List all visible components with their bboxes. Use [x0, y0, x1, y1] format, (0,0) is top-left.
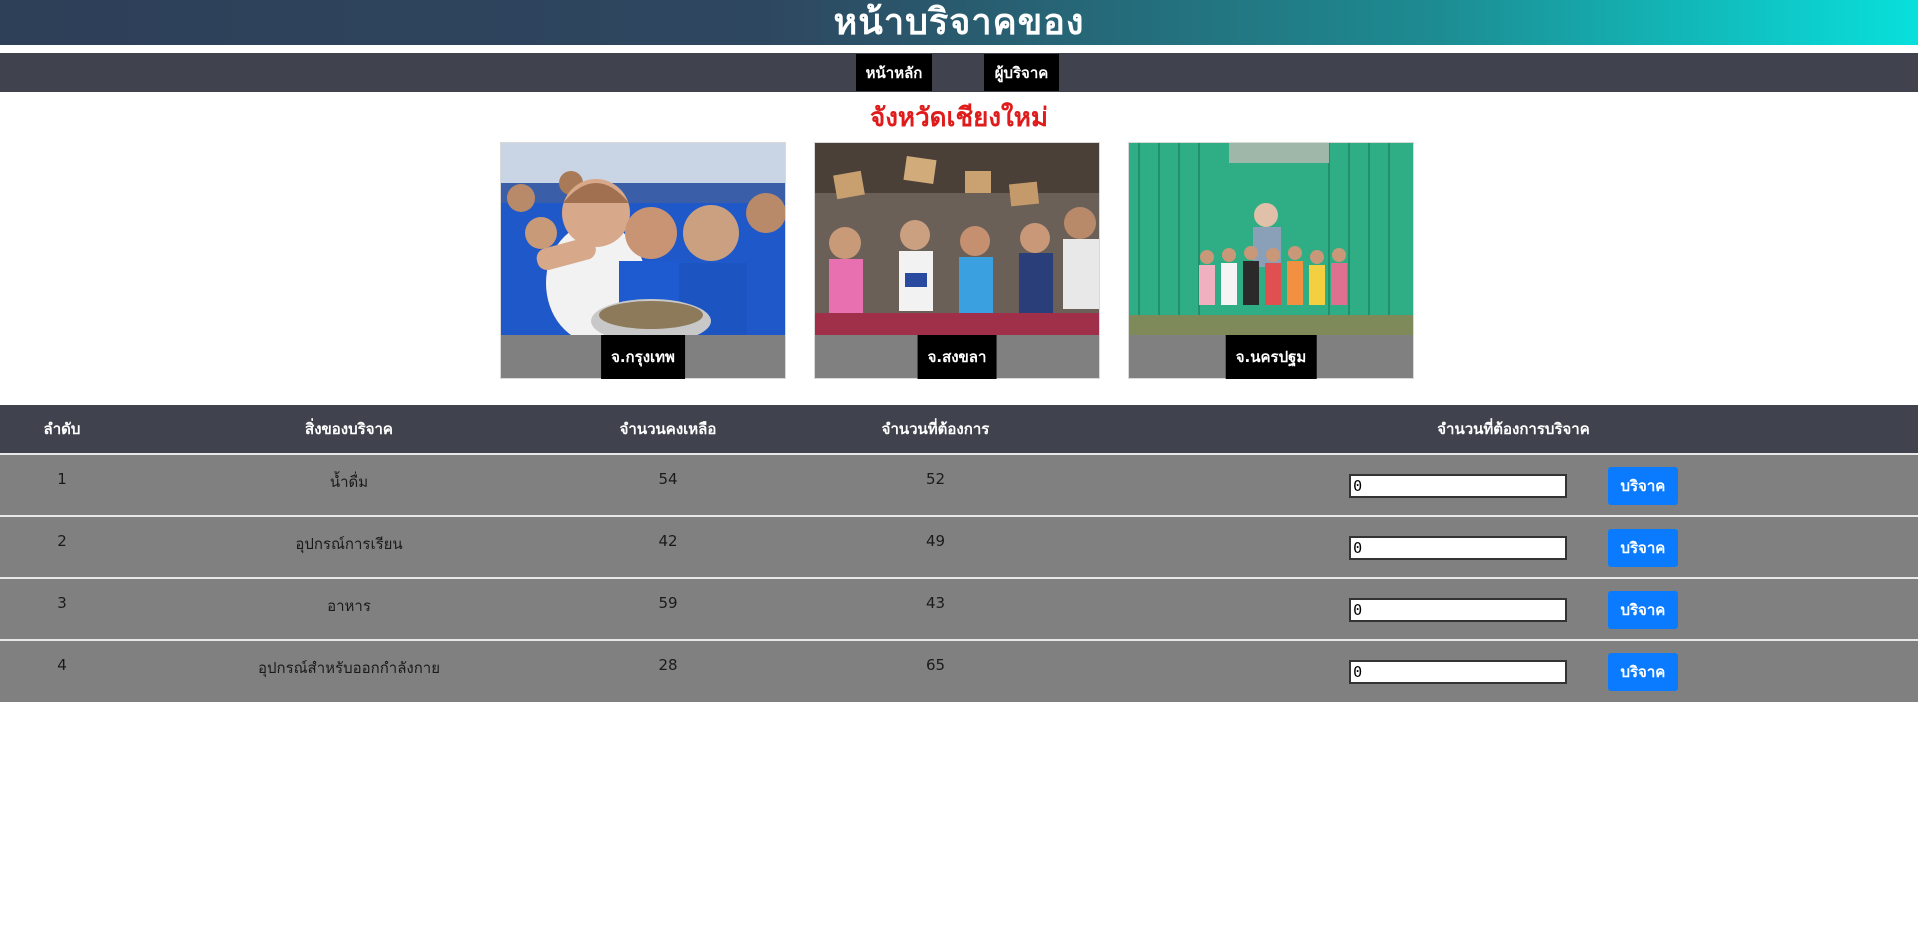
- row-no: 4: [57, 656, 67, 674]
- province-card-songkhla[interactable]: จ.สงขลา: [814, 142, 1100, 379]
- col-header-donate-qty: จำนวนที่ต้องการบริจาค: [1437, 420, 1590, 438]
- card-photo: [815, 143, 1099, 335]
- row-actions: บริจาค: [1109, 516, 1918, 578]
- table-row: 3 อาหาร 59 43 บริจาค: [0, 578, 1918, 640]
- table-row: 2 อุปกรณ์การเรียน 42 49 บริจาค: [0, 516, 1918, 578]
- col-header-no: ลำดับ: [43, 420, 81, 438]
- donation-table: ลำดับ สิ่งของบริจาค จำนวนคงเหลือ จำนวนที…: [0, 405, 1918, 702]
- donate-qty-input[interactable]: [1349, 598, 1568, 622]
- nav-donor-link[interactable]: ผู้บริจาค: [984, 54, 1059, 91]
- donate-button[interactable]: บริจาค: [1607, 591, 1678, 629]
- card-photo: [501, 143, 785, 335]
- province-card-bangkok[interactable]: จ.กรุงเทพ: [500, 142, 786, 379]
- row-remaining: 28: [658, 656, 678, 674]
- row-item: อุปกรณ์การเรียน: [295, 535, 403, 553]
- row-actions: บริจาค: [1109, 578, 1918, 640]
- table-row: 1 น้ำดื่ม 54 52 บริจาค: [0, 454, 1918, 516]
- row-remaining: 42: [658, 532, 678, 550]
- col-header-item: สิ่งของบริจาค: [305, 420, 393, 438]
- card-photo: [1129, 143, 1413, 335]
- col-header-needed: จำนวนที่ต้องการ: [881, 420, 990, 438]
- row-needed: 65: [925, 656, 946, 674]
- donate-button[interactable]: บริจาค: [1607, 653, 1678, 691]
- row-no: 3: [57, 594, 67, 612]
- page-title: หน้าบริจาคของ: [833, 2, 1085, 43]
- row-item: อุปกรณ์สำหรับออกกำลังกาย: [257, 659, 441, 677]
- table-header-row: ลำดับ สิ่งของบริจาค จำนวนคงเหลือ จำนวนที…: [0, 405, 1918, 454]
- province-heading: จังหวัดเชียงใหม่: [870, 103, 1048, 133]
- donate-qty-input[interactable]: [1349, 536, 1568, 560]
- card-caption: จ.นครปฐม: [1225, 335, 1317, 379]
- row-no: 2: [57, 532, 67, 550]
- donate-button[interactable]: บริจาค: [1607, 529, 1678, 567]
- province-card-nakhonpathom[interactable]: จ.นครปฐม: [1128, 142, 1414, 379]
- row-remaining: 54: [658, 470, 678, 488]
- table-row: 4 อุปกรณ์สำหรับออกกำลังกาย 28 65 บริจาค: [0, 640, 1918, 702]
- row-needed: 49: [925, 532, 946, 550]
- page-header: หน้าบริจาคของ: [0, 0, 1918, 45]
- donate-button[interactable]: บริจาค: [1607, 467, 1678, 505]
- donate-qty-input[interactable]: [1349, 660, 1568, 684]
- card-caption: จ.สงขลา: [917, 335, 997, 379]
- row-no: 1: [57, 470, 67, 488]
- row-actions: บริจาค: [1109, 640, 1918, 702]
- card-caption: จ.กรุงเทพ: [601, 335, 685, 379]
- row-item: อาหาร: [327, 597, 371, 615]
- donate-qty-input[interactable]: [1349, 474, 1568, 498]
- nav-bar: หน้าหลัก ผู้บริจาค: [0, 53, 1918, 92]
- row-actions: บริจาค: [1109, 454, 1918, 516]
- row-needed: 52: [925, 470, 946, 488]
- col-header-remaining: จำนวนคงเหลือ: [619, 420, 717, 438]
- row-needed: 43: [925, 594, 946, 612]
- nav-home-link[interactable]: หน้าหลัก: [856, 54, 932, 91]
- row-item: น้ำดื่ม: [329, 473, 369, 491]
- row-remaining: 59: [658, 594, 678, 612]
